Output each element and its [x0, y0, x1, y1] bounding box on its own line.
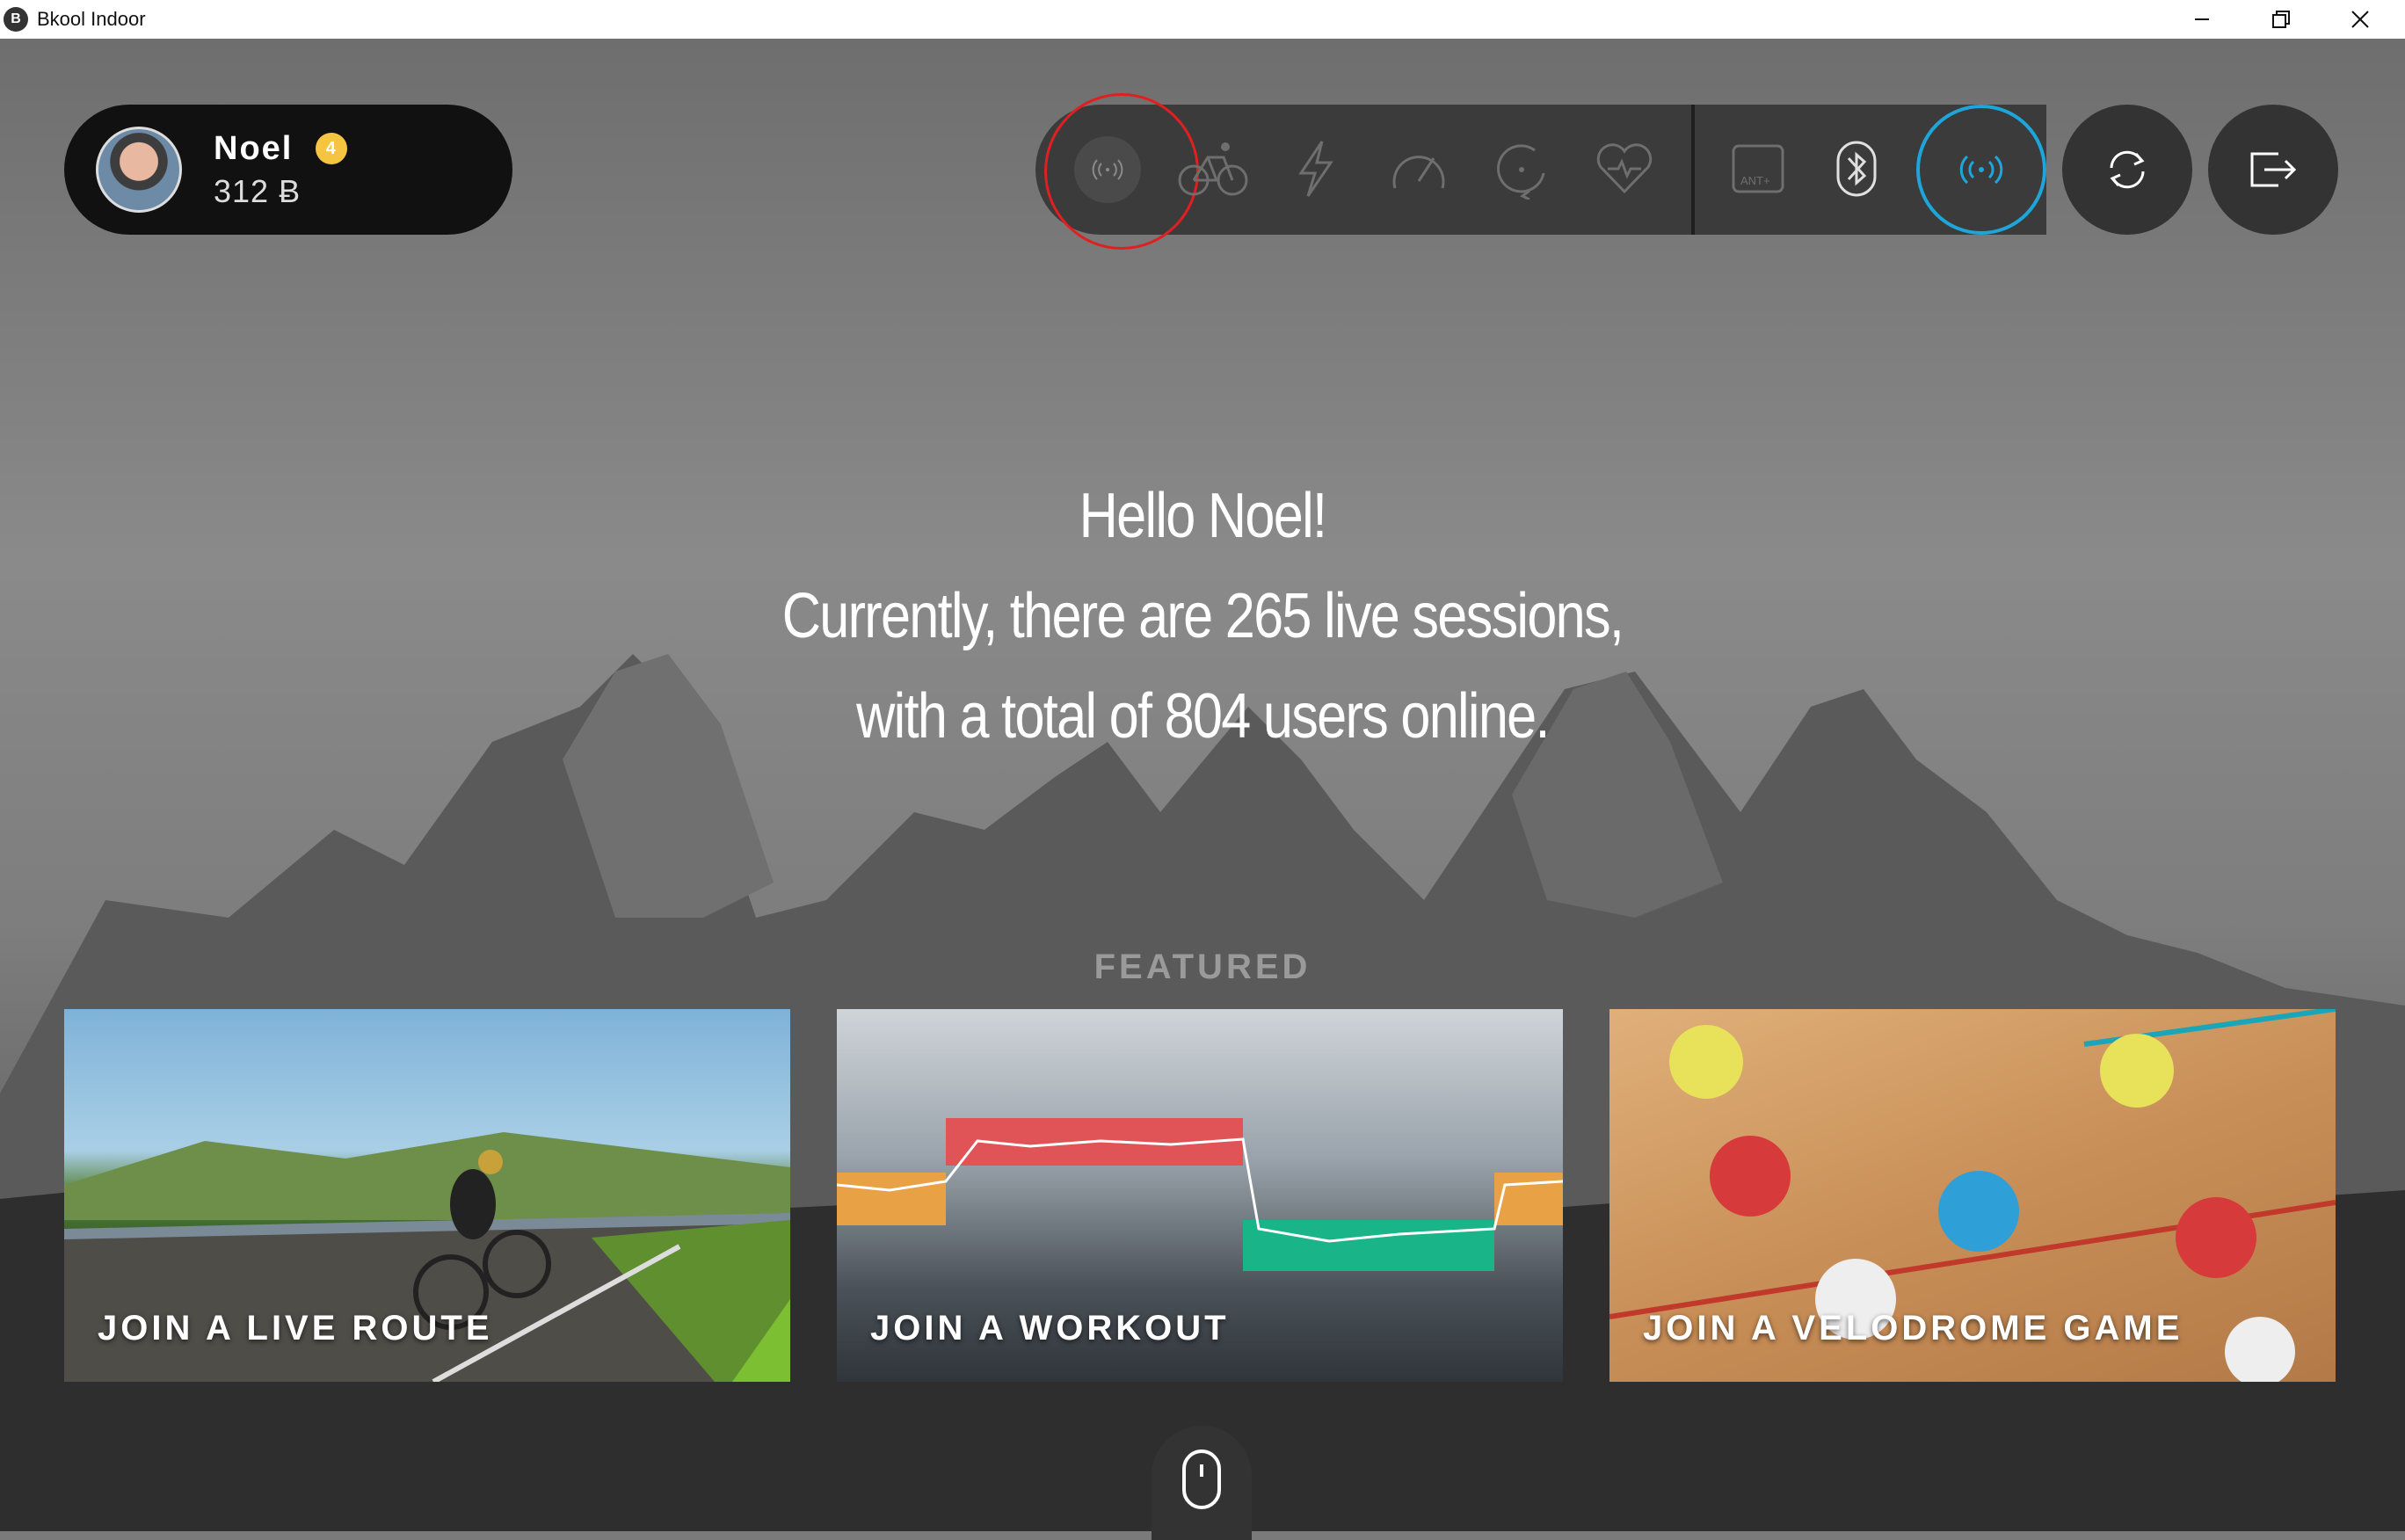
- speed-icon: [1382, 132, 1456, 206]
- greeting-line-1: Hello Noel!: [1079, 481, 1327, 551]
- broadcast-icon: [1959, 155, 2003, 185]
- avatar: [96, 127, 182, 213]
- logout-button[interactable]: [2208, 105, 2338, 235]
- user-points: 312 Ƀ: [214, 172, 302, 209]
- broadcast-button[interactable]: [1916, 105, 2046, 235]
- scroll-down-button[interactable]: [1152, 1426, 1252, 1540]
- logout-icon: [2250, 152, 2297, 187]
- user-name: Noel: [214, 129, 294, 167]
- bike-icon: [1176, 132, 1250, 206]
- heart-rate-icon: [1588, 132, 1661, 206]
- greeting-line-2: Currently, there are 265 live sessions,: [781, 581, 1624, 651]
- minimize-icon[interactable]: [2162, 0, 2242, 39]
- sync-icon: [2110, 150, 2145, 189]
- title-bar: B Bkool Indoor: [0, 0, 2405, 39]
- user-info: Noel 4 312 Ƀ: [214, 129, 348, 210]
- sync-button[interactable]: [2062, 105, 2192, 235]
- workout-card[interactable]: JOIN A WORKOUT: [837, 1009, 1563, 1382]
- level-badge: 4: [316, 133, 348, 164]
- workout-label: JOIN A WORKOUT: [870, 1309, 1230, 1348]
- window-title: Bkool Indoor: [37, 8, 146, 30]
- ant-plus-icon[interactable]: ANT+: [1721, 132, 1795, 206]
- greeting-text: Hello Noel! Currently, there are 265 liv…: [628, 466, 1777, 766]
- cadence-icon: [1485, 132, 1559, 206]
- mouse-icon: [1182, 1449, 1221, 1509]
- live-route-label: JOIN A LIVE ROUTE: [98, 1309, 493, 1348]
- live-route-card[interactable]: JOIN A LIVE ROUTE: [64, 1009, 790, 1382]
- featured-heading: FEATURED: [1094, 948, 1311, 986]
- bluetooth-icon[interactable]: [1820, 132, 1893, 206]
- power-icon: [1279, 132, 1353, 206]
- app-icon: B: [4, 7, 28, 32]
- svg-text:ANT+: ANT+: [1740, 174, 1770, 187]
- close-icon[interactable]: [2321, 0, 2400, 39]
- restore-icon[interactable]: [2242, 0, 2321, 39]
- user-name-row: Noel 4: [214, 129, 348, 168]
- velodrome-card[interactable]: JOIN A VELODROME GAME: [1609, 1009, 2336, 1382]
- velodrome-label: JOIN A VELODROME GAME: [1643, 1309, 2183, 1348]
- greeting-line-3: with a total of 804 users online.: [856, 681, 1550, 752]
- user-profile-pill[interactable]: Noel 4 312 Ƀ: [64, 105, 512, 235]
- sensor-divider: [1691, 105, 1695, 235]
